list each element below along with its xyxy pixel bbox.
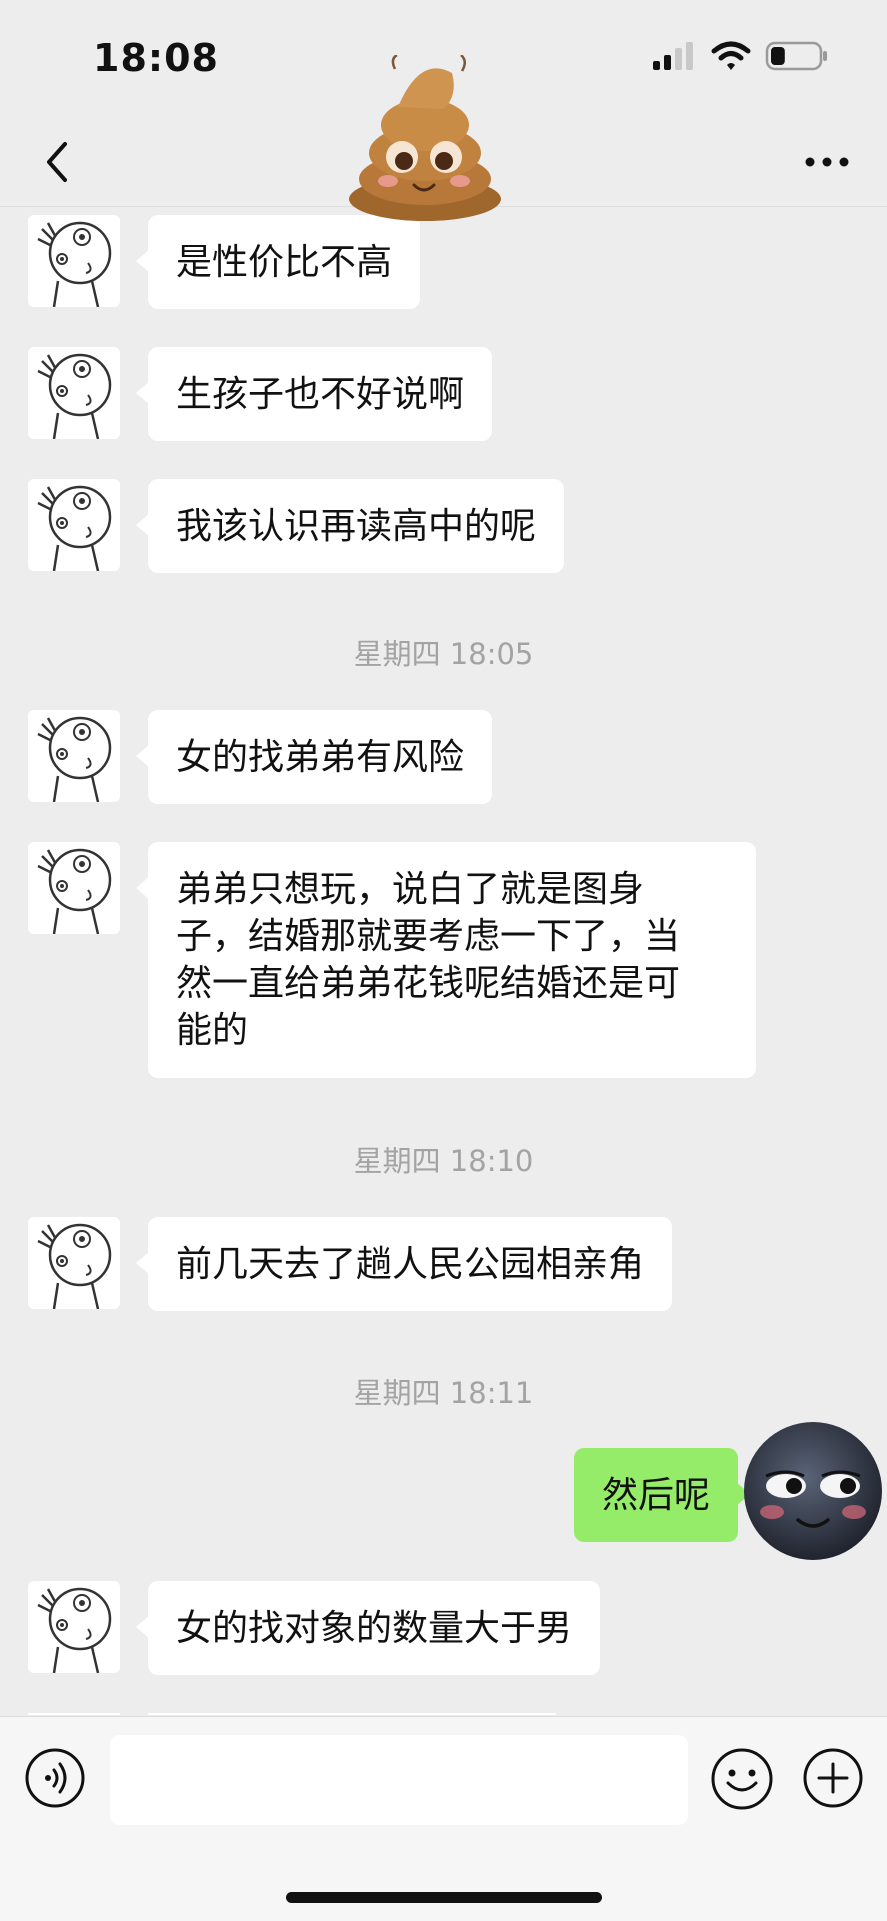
- cartoon-avatar-icon: [37, 716, 112, 802]
- message-bubble-incoming[interactable]: 女的找对象的数量大于男: [135, 1581, 601, 1675]
- chevron-left-icon: [47, 142, 67, 182]
- message-row: 然后呢: [0, 1420, 887, 1570]
- input-bar: [0, 1716, 887, 1921]
- message-line: 弟弟只想玩，说白了就是图身: [176, 869, 645, 910]
- avatar[interactable]: [28, 215, 120, 307]
- message-input[interactable]: [110, 1735, 688, 1825]
- home-indicator[interactable]: [286, 1892, 602, 1903]
- cartoon-avatar-icon: [37, 1587, 112, 1673]
- plus-icon[interactable]: [802, 1747, 864, 1809]
- message-bubble-incoming[interactable]: 女的找弟弟有风险: [135, 710, 493, 804]
- wifi-icon: [711, 41, 751, 70]
- avatar[interactable]: [28, 842, 120, 934]
- cartoon-avatar-icon: [37, 353, 112, 439]
- cartoon-avatar-icon: [37, 848, 112, 934]
- message-bubble-incoming[interactable]: 弟弟只想玩，说白了就是图身 子，结婚那就要考虑一下了，当 然一直给弟弟花钱呢结婚…: [136, 842, 756, 1078]
- message-line: 子，结婚那就要考虑一下了，当: [176, 916, 681, 957]
- partial-message-bubble: [148, 1713, 556, 1715]
- cartoon-avatar-icon: [37, 485, 112, 571]
- message-line: 然一直给弟弟花钱呢结婚还是可: [176, 963, 681, 1004]
- avatar[interactable]: [28, 347, 120, 439]
- smiley-icon[interactable]: [710, 1747, 774, 1811]
- status-time: 18:08: [93, 36, 219, 80]
- avatar[interactable]: [28, 479, 120, 571]
- partial-avatar: [28, 1713, 120, 1715]
- cartoon-avatar-icon: [37, 1223, 112, 1309]
- more-options-button[interactable]: [795, 134, 859, 190]
- message-bubble-incoming[interactable]: 是性价比不高: [135, 215, 421, 309]
- timestamp: 星期四 18:10: [353, 1144, 534, 1178]
- ellipsis-icon: [805, 157, 849, 167]
- cellular-signal-icon: [653, 42, 693, 70]
- back-button[interactable]: [28, 134, 84, 190]
- timestamp: 星期四 18:05: [353, 637, 534, 671]
- status-icons: [651, 40, 829, 72]
- message-bubble-incoming[interactable]: 我该认识再读高中的呢: [135, 479, 565, 573]
- message-bubble-incoming[interactable]: 生孩子也不好说啊: [135, 347, 493, 441]
- avatar[interactable]: [28, 710, 120, 802]
- voice-icon[interactable]: [24, 1747, 86, 1809]
- poop-emoji-icon[interactable]: [340, 55, 510, 225]
- avatar[interactable]: [28, 1217, 120, 1309]
- cartoon-avatar-icon: [37, 221, 112, 307]
- message-bubble-incoming[interactable]: 前几天去了趟人民公园相亲角: [135, 1217, 673, 1311]
- message-line: 能的: [176, 1010, 249, 1051]
- avatar[interactable]: [742, 1420, 884, 1562]
- message-list[interactable]: 是性价比不高 生孩子也不好说啊 我该认识再读高中的呢 星期四 18:05 女的找…: [0, 207, 887, 1715]
- battery-icon: [765, 41, 827, 71]
- message-bubble-outgoing[interactable]: 然后呢: [573, 1448, 751, 1542]
- avatar[interactable]: [28, 1581, 120, 1673]
- timestamp: 星期四 18:11: [353, 1376, 534, 1410]
